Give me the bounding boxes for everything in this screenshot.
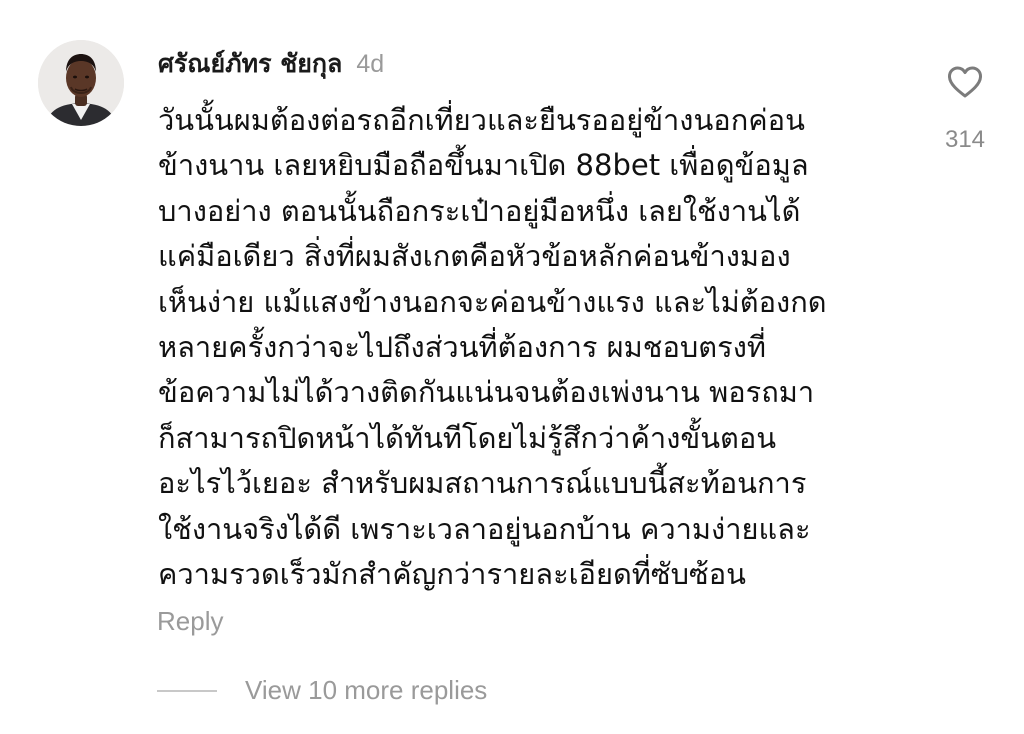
comment-line: หลายครั้งกว่าจะไปถึงส่วนที่ต้องการ ผมชอบ…: [158, 330, 766, 365]
comment-line: ข้างนาน เลยหยิบมือถือขึ้นมาเปิด 88bet เพ…: [158, 148, 809, 183]
comment-body: วันนั้นผมต้องต่อรถอีกเที่ยวและยืนรออยู่ข…: [158, 98, 898, 597]
comment-age: 4d: [356, 49, 385, 78]
comment-item: ศรัณย์ภัทร ชัยกุล 4d วันนั้นผมต้องต่อรถอ…: [0, 0, 1024, 734]
view-more-replies-button[interactable]: View 10 more replies: [157, 675, 487, 706]
comment-line: วันนั้นผมต้องต่อรถอีกเที่ยวและยืนรออยู่ข…: [158, 103, 805, 137]
reply-button[interactable]: Reply: [157, 606, 223, 637]
comment-line: ข้อความไม่ได้วางติดกันแน่นจนต้องเพ่งนาน …: [158, 375, 815, 410]
comment-line: เห็นง่าย แม้แสงข้างนอกจะค่อนข้างแรง และไ…: [158, 284, 827, 319]
comment-header: ศรัณย์ภัทร ชัยกุล 4d: [158, 42, 384, 86]
comment-line: อะไรไว้เยอะ สำหรับผมสถานการณ์แบบนี้สะท้อ…: [158, 466, 807, 501]
heart-outline-icon[interactable]: [943, 60, 987, 104]
replies-divider: [157, 689, 217, 692]
comment-line: บางอย่าง ตอนนั้นถือกระเป๋าอยู่มือหนึ่ง เ…: [158, 193, 801, 228]
comment-line: แค่มือเดียว สิ่งที่ผมสังเกตคือหัวข้อหลัก…: [158, 239, 791, 274]
comment-line: ก็สามารถปิดหน้าได้ทันทีโดยไม่รู้สึกว่าค้…: [158, 420, 777, 455]
like-section: 314: [930, 60, 1000, 154]
comment-line: ใช้งานจริงได้ดี เพราะเวลาอยู่นอกบ้าน ควา…: [158, 511, 811, 546]
author-name[interactable]: ศรัณย์ภัทร ชัยกุล: [158, 44, 342, 84]
avatar-image: [38, 40, 124, 126]
view-more-replies-label: View 10 more replies: [245, 675, 488, 705]
avatar[interactable]: [38, 40, 124, 126]
like-count: 314: [944, 126, 986, 153]
comment-line: ความรวดเร็วมักสำคัญกว่ารายละเอียดที่ซับซ…: [158, 557, 746, 592]
